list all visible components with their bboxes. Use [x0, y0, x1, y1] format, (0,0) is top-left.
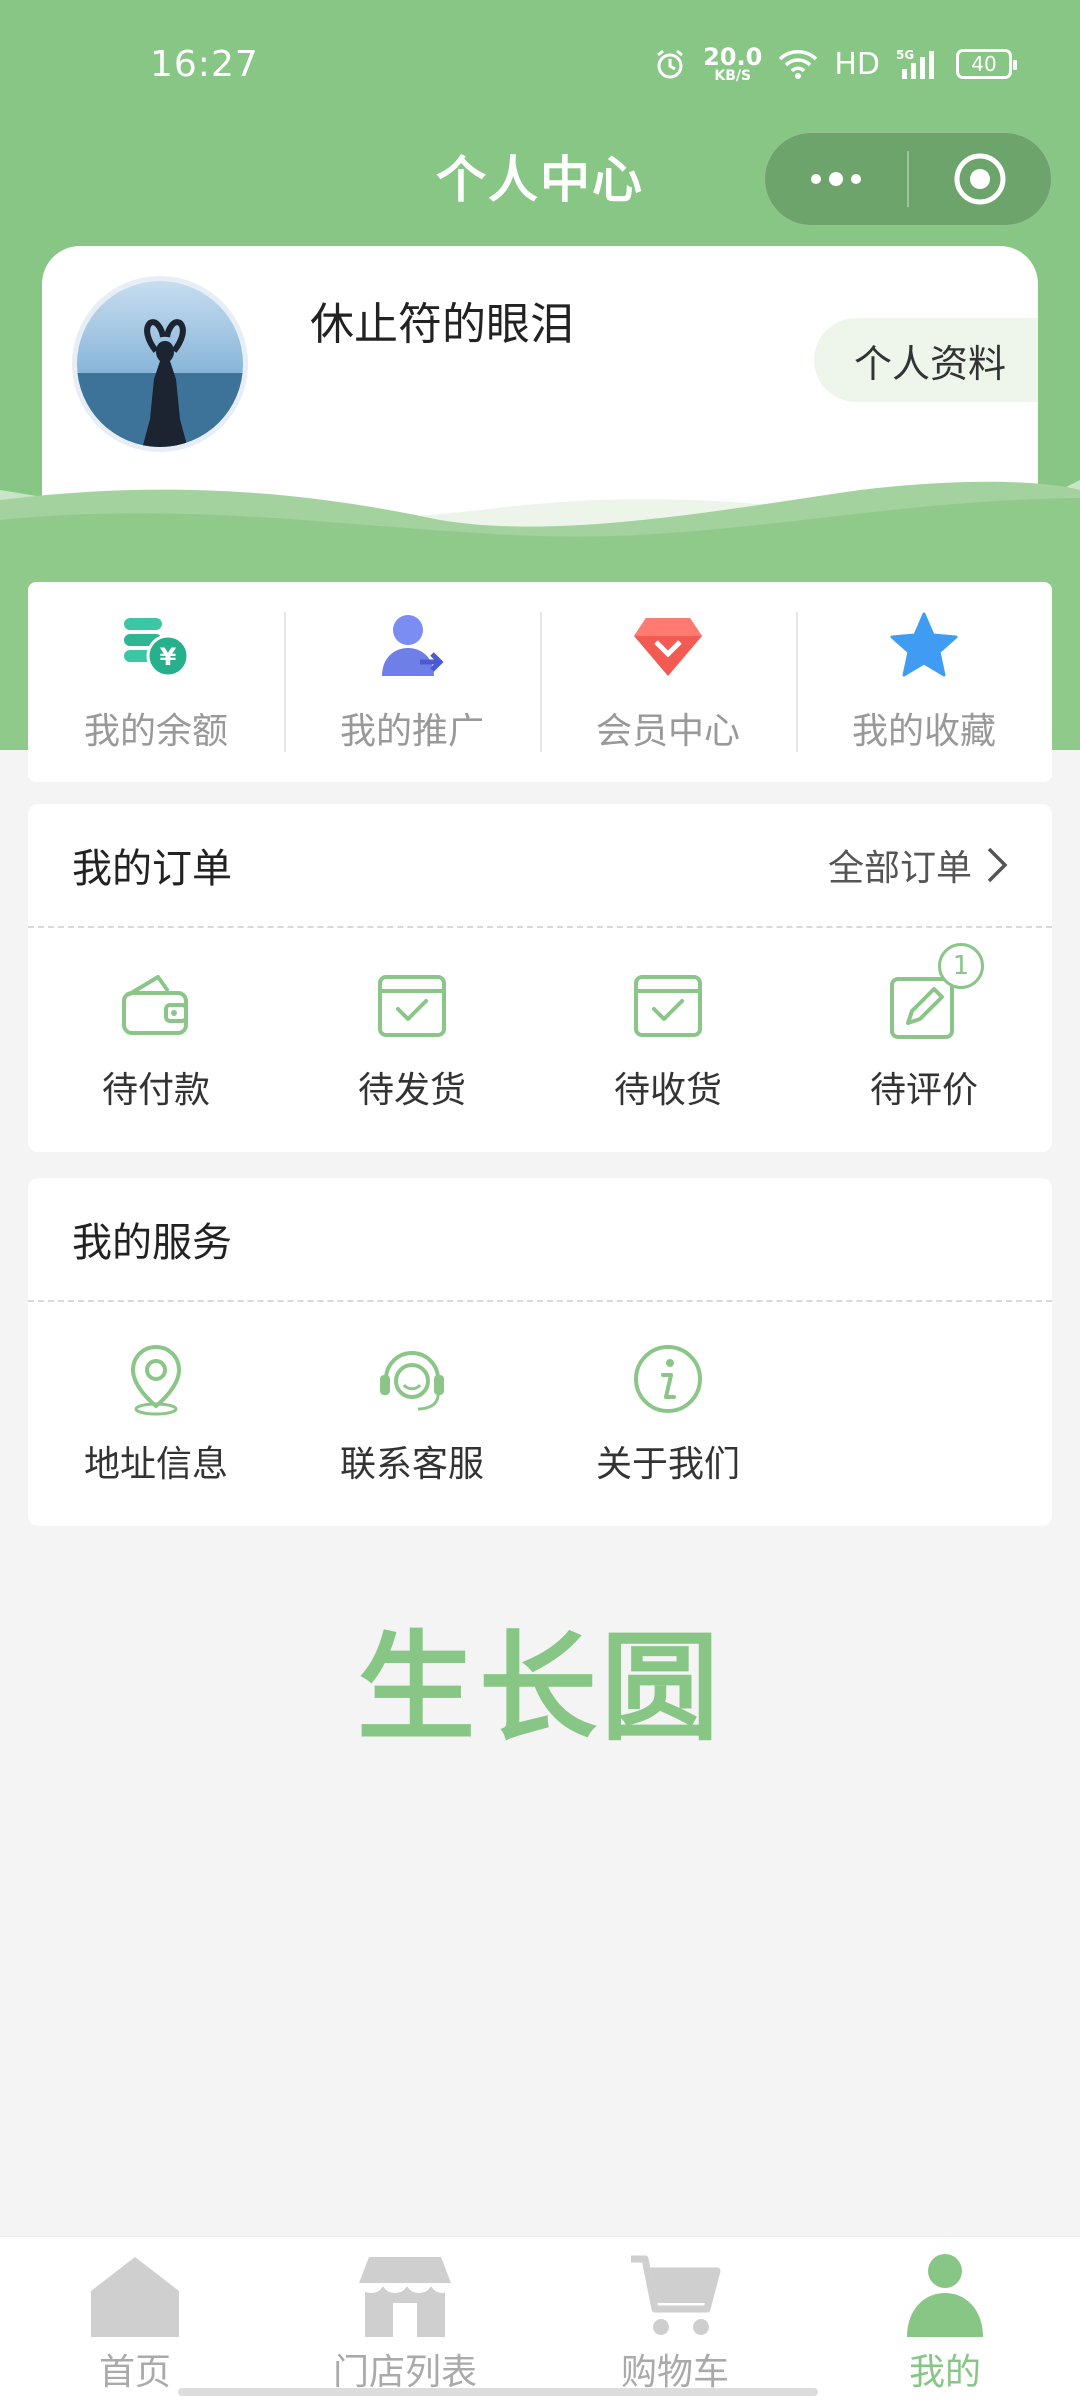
target-circle-icon: [954, 153, 1006, 205]
home-icon: [91, 2257, 179, 2337]
svg-text:¥: ¥: [160, 643, 177, 671]
member-diamond-icon: [634, 618, 702, 676]
quick-entry-row: ¥ 我的余额 我的推广 会员中心 我的收藏: [28, 582, 1052, 782]
avatar-image: [77, 281, 243, 447]
profile-info-button[interactable]: 个人资料: [814, 318, 1038, 402]
svg-text:5G: 5G: [896, 48, 914, 62]
quick-entry-member[interactable]: 会员中心: [540, 582, 796, 782]
order-status-label: 待发货: [357, 1070, 466, 1111]
order-pending-payment[interactable]: 待付款: [28, 967, 284, 1113]
order-pending-shipment[interactable]: 待发货: [284, 967, 540, 1113]
service-customer-support[interactable]: 联系客服: [284, 1341, 540, 1487]
review-count-badge: 1: [938, 943, 984, 989]
close-miniprogram-button[interactable]: [909, 133, 1051, 225]
services-header: 我的服务: [28, 1178, 1052, 1302]
order-pending-review[interactable]: 1 待评价: [796, 943, 1052, 1113]
order-status-label: 待评价: [869, 1070, 978, 1111]
tab-home[interactable]: 首页: [0, 2237, 270, 2400]
brand-logo-text: 生长圆: [356, 1619, 723, 1757]
user-icon: [907, 2254, 983, 2337]
order-status-label: 待付款: [101, 1070, 210, 1111]
info-icon: [634, 1345, 702, 1413]
more-dots-icon: [811, 172, 861, 186]
wallet-icon: [122, 975, 188, 1035]
location-pin-icon: [130, 1344, 182, 1416]
tab-store-list[interactable]: 门店列表: [270, 2237, 540, 2400]
quick-entry-label: 会员中心: [595, 711, 740, 752]
order-pending-receipt[interactable]: 待收货: [540, 967, 796, 1113]
status-bar: 16:27 20.0 KB/S HD 5G 40: [0, 0, 1080, 120]
all-orders-label: 全部订单: [827, 848, 972, 889]
cart-icon: [631, 2255, 721, 2335]
services-grid: 地址信息 联系客服 关于我们: [28, 1302, 1052, 1526]
signal-icon: 5G: [896, 48, 934, 79]
username: 休止符的眼泪: [310, 299, 574, 350]
quick-entry-promotion[interactable]: 我的推广: [284, 582, 540, 782]
status-time: 16:27: [150, 44, 259, 85]
quick-entry-label: 我的推广: [339, 711, 484, 752]
service-label: 关于我们: [595, 1444, 740, 1485]
status-icons: 20.0 KB/S HD 5G 40: [653, 43, 1017, 84]
favorite-star-icon: [890, 612, 958, 677]
promotion-user-icon: [382, 615, 444, 676]
quick-entry-favorites[interactable]: 我的收藏: [796, 582, 1052, 782]
service-label: 联系客服: [339, 1444, 484, 1485]
net-speed: 20.0 KB/S: [703, 43, 763, 84]
orders-grid: 待付款 待发货 待收货 1 待评价: [28, 928, 1052, 1152]
store-icon: [359, 2257, 453, 2337]
box-check-icon: [634, 975, 702, 1037]
orders-title: 我的订单: [72, 846, 232, 892]
more-button[interactable]: [765, 133, 907, 225]
all-orders-link[interactable]: 全部订单: [828, 839, 1008, 891]
box-check-icon: [378, 975, 446, 1037]
customer-service-icon: [380, 1351, 444, 1411]
home-indicator: [178, 2388, 818, 2396]
bottom-tab-bar: 首页 门店列表 购物车 我的: [0, 2236, 1080, 2400]
balance-coins-icon: ¥: [124, 618, 190, 678]
chevron-right-icon: [987, 847, 1008, 883]
tab-mine[interactable]: 我的: [810, 2237, 1080, 2400]
quick-entry-label: 我的收藏: [851, 711, 996, 752]
tab-label: 首页: [98, 2352, 171, 2393]
services-title: 我的服务: [72, 1220, 232, 1266]
service-about-us[interactable]: 关于我们: [540, 1341, 796, 1487]
quick-entry-balance[interactable]: ¥ 我的余额: [28, 582, 284, 782]
service-address[interactable]: 地址信息: [28, 1341, 284, 1487]
tab-label: 我的: [908, 2352, 981, 2393]
services-card: 我的服务 地址信息 联系客服 关于我们: [28, 1178, 1052, 1526]
review-icon-wrap: 1: [886, 943, 984, 1043]
hd-indicator: HD: [834, 46, 880, 82]
alarm-icon: [657, 49, 684, 79]
avatar[interactable]: [72, 276, 248, 452]
miniprogram-capsule: [764, 132, 1052, 226]
service-label: 地址信息: [83, 1444, 228, 1485]
wifi-icon: [779, 50, 818, 79]
tab-cart[interactable]: 购物车: [540, 2237, 810, 2400]
orders-header: 我的订单 全部订单: [28, 804, 1052, 928]
orders-card: 我的订单 全部订单 待付款 待发货 待收货 1 待评价: [28, 804, 1052, 1152]
quick-entry-label: 我的余额: [83, 711, 228, 752]
battery-icon: 40: [956, 49, 1017, 79]
order-status-label: 待收货: [613, 1070, 722, 1111]
